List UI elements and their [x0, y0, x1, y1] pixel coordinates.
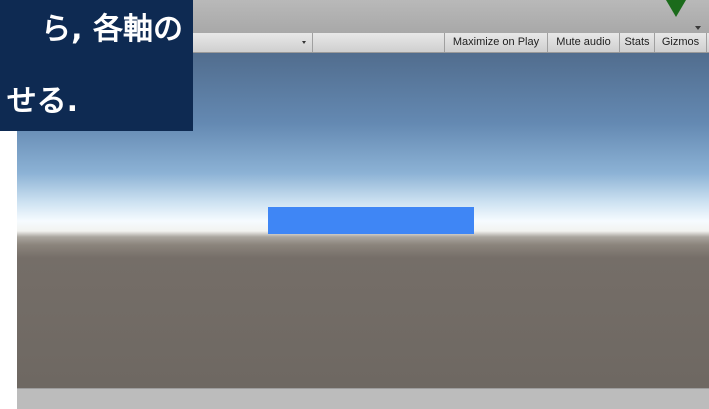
- caption-line-1: ら, 各軸の: [41, 12, 183, 47]
- mute-audio-button[interactable]: Mute audio: [548, 33, 620, 52]
- gizmos-button[interactable]: Gizmos: [655, 33, 707, 52]
- down-arrow-icon: [666, 0, 686, 17]
- stats-button[interactable]: Stats: [620, 33, 655, 52]
- chevron-down-icon: [302, 41, 306, 44]
- caption-banner: ら, 各軸の せる.: [0, 0, 193, 131]
- blue-box-object: [268, 207, 474, 234]
- toolbar-spacer: [313, 33, 445, 52]
- screenshot-stage: Maximize on Play Mute audio Stats Gizmos…: [0, 0, 709, 409]
- window-bottom-strip: [17, 388, 709, 409]
- caption-line-2: せる.: [6, 84, 78, 119]
- tab-menu-icon[interactable]: [695, 26, 701, 30]
- maximize-on-play-button[interactable]: Maximize on Play: [445, 33, 548, 52]
